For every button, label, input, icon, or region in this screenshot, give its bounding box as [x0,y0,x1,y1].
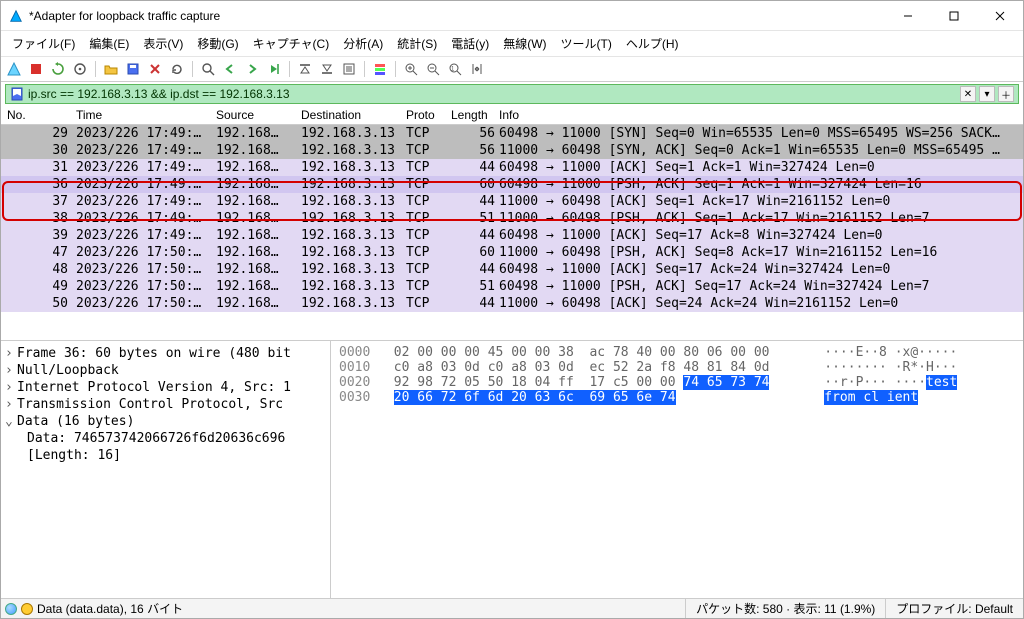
zoom-reset-icon[interactable]: 1 [446,60,464,78]
toolbar: 1 [1,57,1023,82]
packet-list[interactable]: 292023/226 17:49:…192.168…192.168.3.13TC… [1,125,1023,340]
col-header-source[interactable]: Source [216,108,301,122]
menu-analyze[interactable]: 分析(A) [338,33,388,54]
restart-capture-icon[interactable] [49,60,67,78]
menu-edit[interactable]: 編集(E) [84,33,134,54]
menu-statistics[interactable]: 統計(S) [392,33,442,54]
packet-row[interactable]: 482023/226 17:50:…192.168…192.168.3.13TC… [1,261,1023,278]
status-profile[interactable]: プロファイル: Default [885,599,1023,618]
toolbar-separator [364,61,365,77]
packet-row[interactable]: 392023/226 17:49:…192.168…192.168.3.13TC… [1,227,1023,244]
filter-dropdown-button[interactable]: ▾ [979,86,995,102]
colorize-icon[interactable] [371,60,389,78]
open-file-icon[interactable] [102,60,120,78]
toolbar-separator [289,61,290,77]
status-field-info: Data (data.data), 16 バイト [37,600,183,617]
status-packet-count: パケット数: 580 · 表示: 11 (1.9%) [685,599,885,618]
tree-item[interactable]: Transmission Control Protocol, Src [5,396,326,413]
packet-row[interactable]: 472023/226 17:50:…192.168…192.168.3.13TC… [1,244,1023,261]
toolbar-separator [192,61,193,77]
hex-line[interactable]: 0030 20 66 72 6f 6d 20 63 6c 69 65 6e 74… [339,390,1015,405]
menu-tools[interactable]: ツール(T) [556,33,617,54]
tree-item[interactable]: Data: 746573742066726f6d20636c696 [5,430,326,447]
expert-info-icon[interactable] [5,603,17,615]
packet-row[interactable]: 302023/226 17:49:…192.168…192.168.3.13TC… [1,142,1023,159]
menu-go[interactable]: 移動(G) [192,33,243,54]
tree-item[interactable]: Internet Protocol Version 4, Src: 1 [5,379,326,396]
highlight-annotation [2,181,1022,221]
status-left: Data (data.data), 16 バイト [1,600,183,617]
packet-row[interactable]: 502023/226 17:50:…192.168…192.168.3.13TC… [1,295,1023,312]
hex-line[interactable]: 0020 92 98 72 05 50 18 04 ff 17 c5 00 00… [339,375,1015,390]
details-split: Frame 36: 60 bytes on wire (480 bitNull/… [1,340,1023,598]
go-forward-icon[interactable] [243,60,261,78]
maximize-button[interactable] [931,1,977,31]
packet-bytes-pane[interactable]: 0000 02 00 00 00 45 00 00 38 ac 78 40 00… [331,341,1023,598]
menu-help[interactable]: ヘルプ(H) [621,33,684,54]
go-to-packet-icon[interactable] [265,60,283,78]
tree-item[interactable]: Null/Loopback [5,362,326,379]
packet-row[interactable]: 292023/226 17:49:…192.168…192.168.3.13TC… [1,125,1023,142]
statusbar: Data (data.data), 16 バイト パケット数: 580 · 表示… [1,598,1023,618]
col-header-protocol[interactable]: Proto [406,108,451,122]
col-header-info[interactable]: Info [499,108,1023,122]
menu-telephony[interactable]: 電話(y) [446,33,494,54]
packet-row[interactable]: 492023/226 17:50:…192.168…192.168.3.13TC… [1,278,1023,295]
filter-bar: ✕ ▾ ＋ [5,84,1019,104]
resize-columns-icon[interactable] [468,60,486,78]
filter-controls: ✕ ▾ ＋ [956,86,1014,102]
menu-wireless[interactable]: 無線(W) [498,33,551,54]
status-indicator-icon [21,603,33,615]
save-file-icon[interactable] [124,60,142,78]
menu-capture[interactable]: キャプチャ(C) [248,33,335,54]
hex-line[interactable]: 0010 c0 a8 03 0d c0 a8 03 0d ec 52 2a f8… [339,360,1015,375]
close-button[interactable] [977,1,1023,31]
tree-item[interactable]: Data (16 bytes) [5,413,326,430]
window-controls [885,1,1023,31]
col-header-no[interactable]: No. [1,108,76,122]
toolbar-separator [95,61,96,77]
menu-view[interactable]: 表示(V) [138,33,188,54]
col-header-time[interactable]: Time [76,108,216,122]
menu-file[interactable]: ファイル(F) [7,33,80,54]
app-icon [9,9,23,23]
tree-item[interactable]: [Length: 16] [5,447,326,464]
last-packet-icon[interactable] [318,60,336,78]
auto-scroll-icon[interactable] [340,60,358,78]
window-title: *Adapter for loopback traffic capture [29,9,885,23]
filter-add-button[interactable]: ＋ [998,86,1014,102]
stop-capture-icon[interactable] [27,60,45,78]
col-header-destination[interactable]: Destination [301,108,406,122]
tree-item[interactable]: Frame 36: 60 bytes on wire (480 bit [5,345,326,362]
capture-options-icon[interactable] [71,60,89,78]
packet-row[interactable]: 312023/226 17:49:…192.168…192.168.3.13TC… [1,159,1023,176]
zoom-in-icon[interactable] [402,60,420,78]
display-filter-input[interactable] [28,87,956,101]
toolbar-separator [395,61,396,77]
first-packet-icon[interactable] [296,60,314,78]
go-back-icon[interactable] [221,60,239,78]
find-packet-icon[interactable] [199,60,217,78]
close-file-icon[interactable] [146,60,164,78]
col-header-length[interactable]: Length [451,108,499,122]
minimize-button[interactable] [885,1,931,31]
start-capture-icon[interactable] [5,60,23,78]
menubar: ファイル(F) 編集(E) 表示(V) 移動(G) キャプチャ(C) 分析(A)… [1,31,1023,57]
hex-line[interactable]: 0000 02 00 00 00 45 00 00 38 ac 78 40 00… [339,345,1015,360]
packet-details-tree[interactable]: Frame 36: 60 bytes on wire (480 bitNull/… [1,341,331,598]
titlebar: *Adapter for loopback traffic capture [1,1,1023,31]
filter-bookmark-icon[interactable] [10,87,24,101]
reload-icon[interactable] [168,60,186,78]
filter-clear-button[interactable]: ✕ [960,86,976,102]
packet-list-header: No. Time Source Destination Proto Length… [1,106,1023,125]
zoom-out-icon[interactable] [424,60,442,78]
